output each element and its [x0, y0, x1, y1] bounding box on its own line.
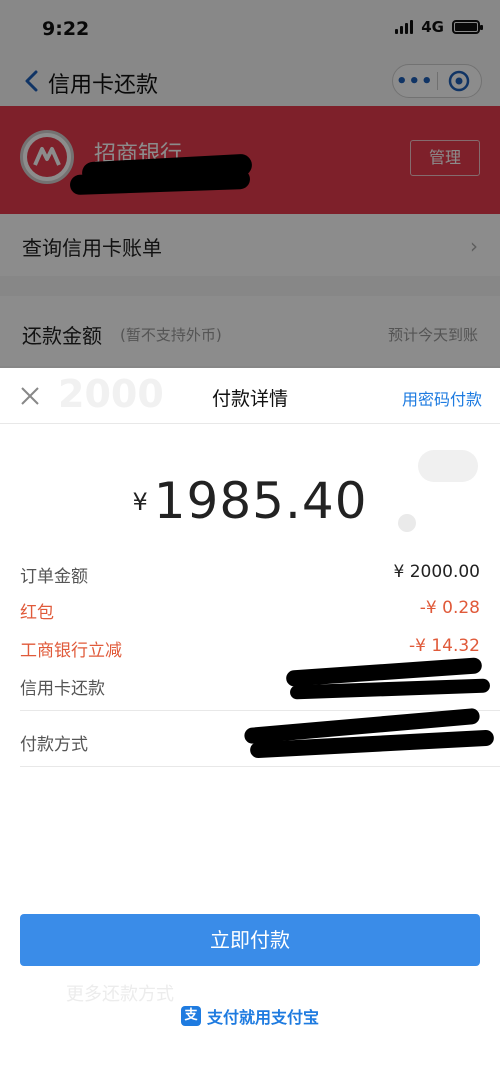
pay-amount: ¥1985.40 — [0, 472, 500, 530]
divider — [20, 710, 500, 711]
payment-sheet: 2000 付款详情 用密码付款 ¥1985.40 订单金额 ¥ 2000.00 … — [0, 368, 500, 1082]
row-label: 订单金额 — [20, 567, 88, 587]
pay-now-button[interactable]: 立即付款 — [20, 914, 480, 966]
sheet-header: 付款详情 用密码付款 — [0, 368, 500, 424]
row-value: ¥ 2000.00 — [393, 562, 480, 582]
row-value: -¥ 0.28 — [419, 598, 480, 618]
row-label: 工商银行立减 — [20, 641, 122, 661]
row-value: -¥ 14.32 — [408, 636, 480, 656]
alipay-slogan: 支付就用支付宝 — [206, 1008, 319, 1027]
ghost-more-methods: 更多还款方式 — [66, 984, 174, 1005]
payment-method-label: 付款方式 — [20, 735, 88, 755]
divider — [20, 766, 500, 767]
alipay-footer: 支 支付就用支付宝 — [0, 1004, 500, 1028]
red-packet-row: 红包 -¥ 0.28 — [20, 590, 480, 626]
bank-discount-row: 工商银行立减 -¥ 14.32 — [20, 628, 480, 664]
pay-with-password-link[interactable]: 用密码付款 — [402, 386, 482, 410]
row-label: 信用卡还款 — [20, 679, 105, 699]
currency-symbol: ¥ — [132, 488, 148, 516]
pay-amount-value: 1985.40 — [153, 472, 368, 530]
order-amount-row: 订单金额 ¥ 2000.00 — [20, 554, 480, 590]
alipay-icon: 支 — [180, 1006, 201, 1026]
row-label: 红包 — [20, 603, 54, 623]
